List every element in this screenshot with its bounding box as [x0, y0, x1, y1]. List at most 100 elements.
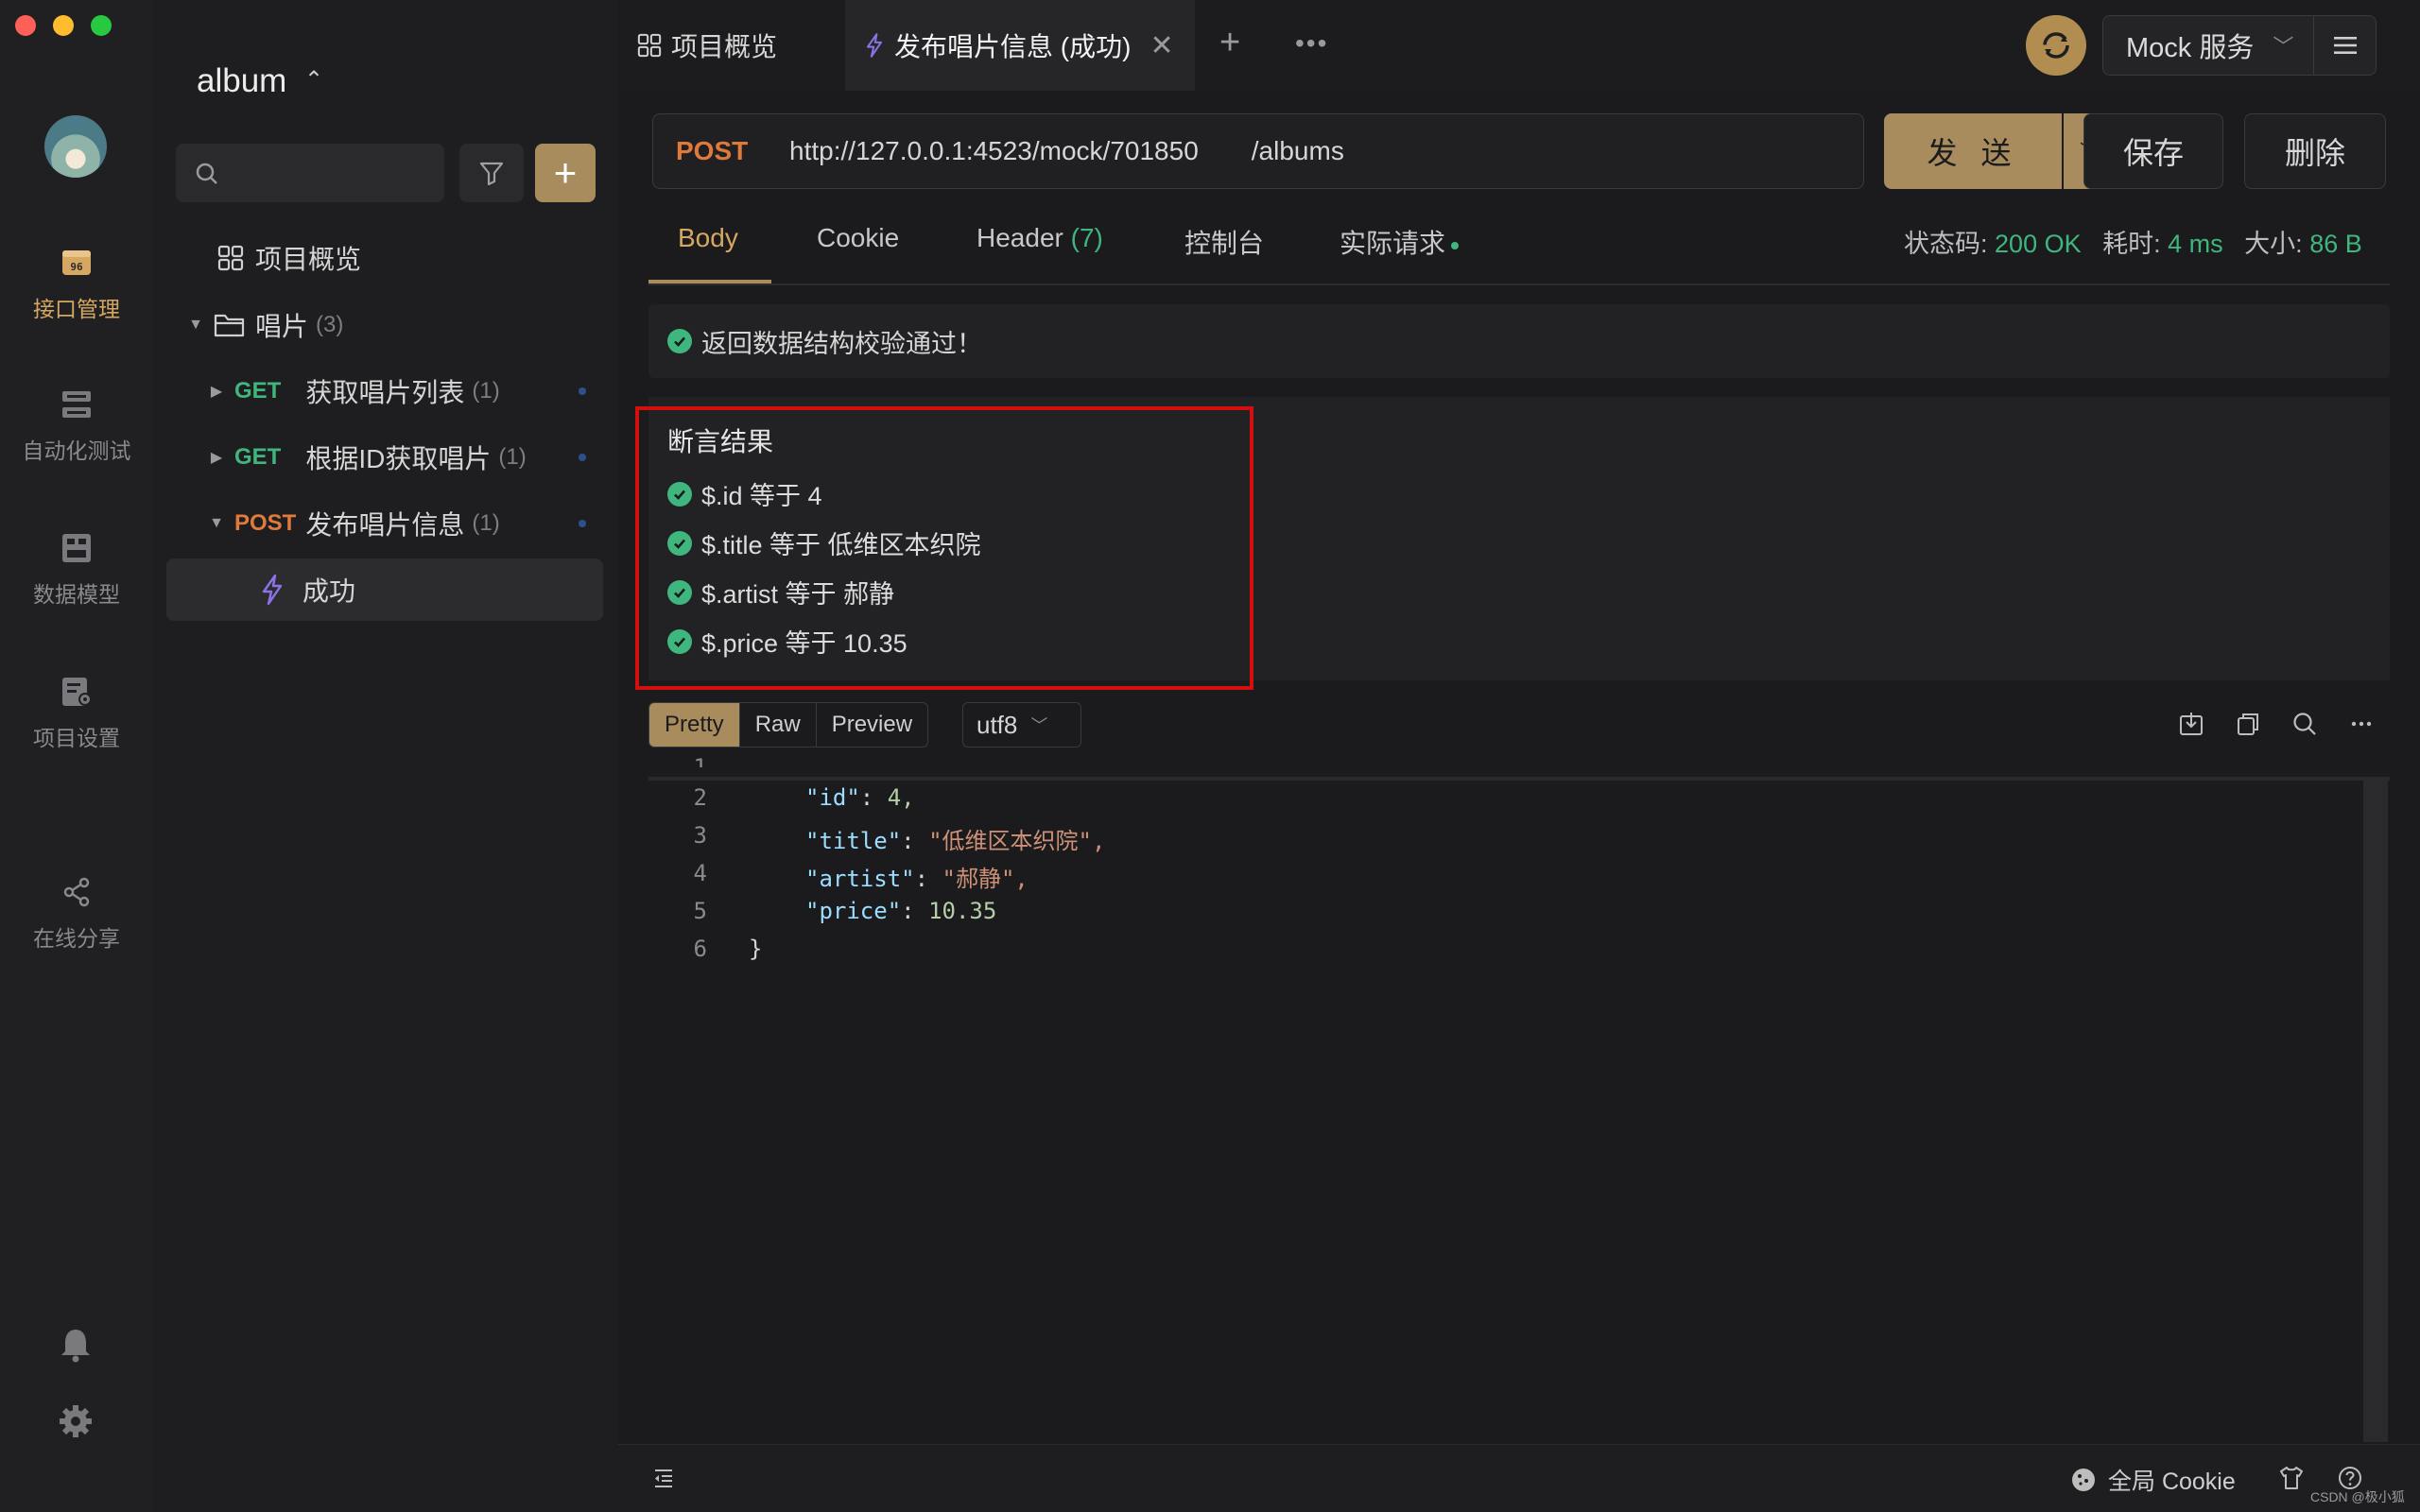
status-dot — [1451, 241, 1460, 249]
rail-item-share[interactable]: 在线分享 — [0, 873, 153, 953]
rail-label: 自动化测试 — [22, 438, 131, 463]
check-circle-icon — [667, 579, 692, 605]
tree-label: 项目概览 — [255, 245, 362, 274]
caret-right-icon[interactable]: ▶ — [206, 382, 227, 401]
global-cookie-button[interactable]: 全局 Cookie — [2070, 1463, 2236, 1497]
tab-console[interactable]: 控制台 — [1184, 223, 1264, 261]
add-button[interactable]: + — [535, 144, 596, 202]
window-close-button[interactable] — [15, 15, 36, 36]
schema-validation-message: 返回数据结构校验通过！ — [648, 304, 2390, 378]
search-input[interactable] — [176, 144, 444, 202]
tab-label: 发布唱片信息 (成功) — [894, 32, 1132, 61]
tree-endpoint-get-by-id[interactable]: ▶ GET 根据ID获取唱片 (1) — [206, 426, 601, 489]
sync-button[interactable] — [2026, 15, 2086, 76]
svg-text:96: 96 — [70, 261, 83, 273]
search-icon — [196, 163, 217, 184]
chevron-down-icon: ﹀ — [1030, 716, 1048, 735]
tab-actual-request[interactable]: 实际请求 — [1340, 223, 1460, 261]
response-status: 状态码: 200 OK 耗时: 4 ms 大小: 86 B — [1904, 223, 2362, 260]
window-minimize-button[interactable] — [53, 15, 74, 36]
caret-down-icon[interactable]: ▼ — [206, 515, 227, 532]
rail-label: 接口管理 — [33, 297, 120, 321]
share-icon — [58, 873, 95, 911]
search-icon[interactable] — [2288, 707, 2322, 741]
method-badge: GET — [234, 444, 282, 470]
encoding-select[interactable]: utf8 ﹀ — [962, 702, 1081, 747]
window-zoom-button[interactable] — [91, 15, 112, 36]
download-icon[interactable] — [2174, 707, 2208, 741]
json-key: "title" — [805, 828, 902, 854]
code-line: "id": 4, — [805, 784, 915, 811]
json-value: 10.35 — [928, 898, 997, 924]
format-pretty[interactable]: Pretty — [649, 703, 740, 747]
menu-button[interactable] — [2314, 15, 2377, 76]
automation-test-icon — [58, 386, 95, 423]
tree-endpoint-post-album[interactable]: ▼ POST 发布唱片信息 (1) — [206, 492, 601, 555]
close-icon[interactable]: ✕ — [1150, 29, 1173, 62]
more-tabs-icon[interactable]: ••• — [1295, 28, 1328, 59]
mock-service-select[interactable]: Mock 服务 ﹀ — [2102, 15, 2314, 76]
delete-button[interactable]: 删除 — [2244, 113, 2386, 189]
more-icon[interactable] — [2344, 707, 2378, 741]
rail-item-project-settings[interactable]: 项目设置 — [0, 673, 153, 752]
send-button[interactable]: 发 送 — [1884, 113, 2062, 189]
caret-right-icon[interactable]: ▶ — [206, 448, 227, 467]
api-management-icon: 96 — [58, 244, 95, 282]
code-line: "price": 10.35 — [805, 898, 997, 924]
path-input[interactable]: /albums — [1252, 136, 1344, 166]
filter-button[interactable] — [459, 144, 524, 202]
method-select[interactable]: POST — [676, 136, 789, 166]
shirt-icon[interactable] — [2278, 1465, 2305, 1496]
collapse-panel-icon[interactable] — [652, 1467, 675, 1494]
tab-body[interactable]: Body — [678, 223, 738, 253]
rail-label: 在线分享 — [33, 926, 120, 951]
tab-header[interactable]: Header (7) — [977, 223, 1103, 253]
project-name[interactable]: album — [197, 62, 286, 100]
json-value: "郝静", — [942, 866, 1028, 892]
rail-item-automation-test[interactable]: 自动化测试 — [0, 386, 153, 465]
json-value: "低维区本织院", — [928, 828, 1106, 854]
tab-label: Header — [977, 223, 1063, 252]
response-time: 4 ms — [2168, 230, 2223, 258]
tab-cookie[interactable]: Cookie — [817, 223, 899, 253]
chevron-down-icon: ﹀ — [2273, 35, 2294, 59]
tree-item-overview[interactable]: 项目概览 — [217, 227, 652, 289]
caret-down-icon[interactable]: ▼ — [185, 317, 206, 334]
tab-overview[interactable]: 项目概览 — [637, 26, 777, 64]
tab-active-request[interactable]: 发布唱片信息 (成功) ✕ — [864, 26, 1174, 64]
rail-item-data-model[interactable]: 数据模型 — [0, 529, 153, 609]
status-code-label: 状态码: — [1904, 230, 1988, 258]
rail-label: 项目设置 — [33, 726, 120, 750]
bell-icon[interactable] — [59, 1327, 93, 1367]
new-tab-button[interactable]: + — [1219, 23, 1240, 63]
status-dot — [579, 387, 586, 395]
assertion-item: $.title 等于 低维区本织院 — [667, 524, 981, 561]
tree-endpoint-get-list[interactable]: ▶ GET 获取唱片列表 (1) — [206, 360, 601, 422]
avatar[interactable] — [44, 115, 107, 178]
code-line: "artist": "郝静", — [805, 866, 1028, 892]
grid-icon — [217, 245, 244, 271]
tree-label: 获取唱片列表 — [305, 378, 465, 407]
data-model-icon — [58, 529, 95, 567]
settings-gear-icon[interactable] — [59, 1404, 93, 1443]
tree-folder-albums[interactable]: ▼ 唱片 (3) — [185, 294, 620, 356]
rail-item-api-management[interactable]: 96 接口管理 — [0, 244, 153, 323]
check-circle-icon — [667, 481, 692, 507]
watermark: CSDN @极小狐 — [2310, 1489, 2405, 1504]
format-raw[interactable]: Raw — [740, 703, 817, 747]
lightning-icon — [866, 33, 883, 58]
format-preview[interactable]: Preview — [817, 703, 927, 747]
size-label: 大小: — [2244, 230, 2303, 258]
tree-case-row: 成功 — [259, 558, 543, 621]
tree-count: (3) — [316, 312, 344, 337]
chevron-updown-icon[interactable]: ⌃ — [304, 66, 323, 94]
url-bar[interactable]: POST http://127.0.0.1:4523/mock/701850 /… — [652, 113, 1864, 189]
tree-count: (1) — [472, 510, 500, 536]
copy-icon[interactable] — [2231, 707, 2265, 741]
assertion-item: $.price 等于 10.35 — [667, 623, 908, 660]
save-button[interactable]: 保存 — [2083, 113, 2223, 189]
filter-icon — [479, 162, 504, 186]
editor-scrollbar[interactable] — [2363, 781, 2388, 1442]
response-size: 86 B — [2309, 230, 2362, 258]
assertion-text: $.id 等于 4 — [701, 482, 822, 510]
